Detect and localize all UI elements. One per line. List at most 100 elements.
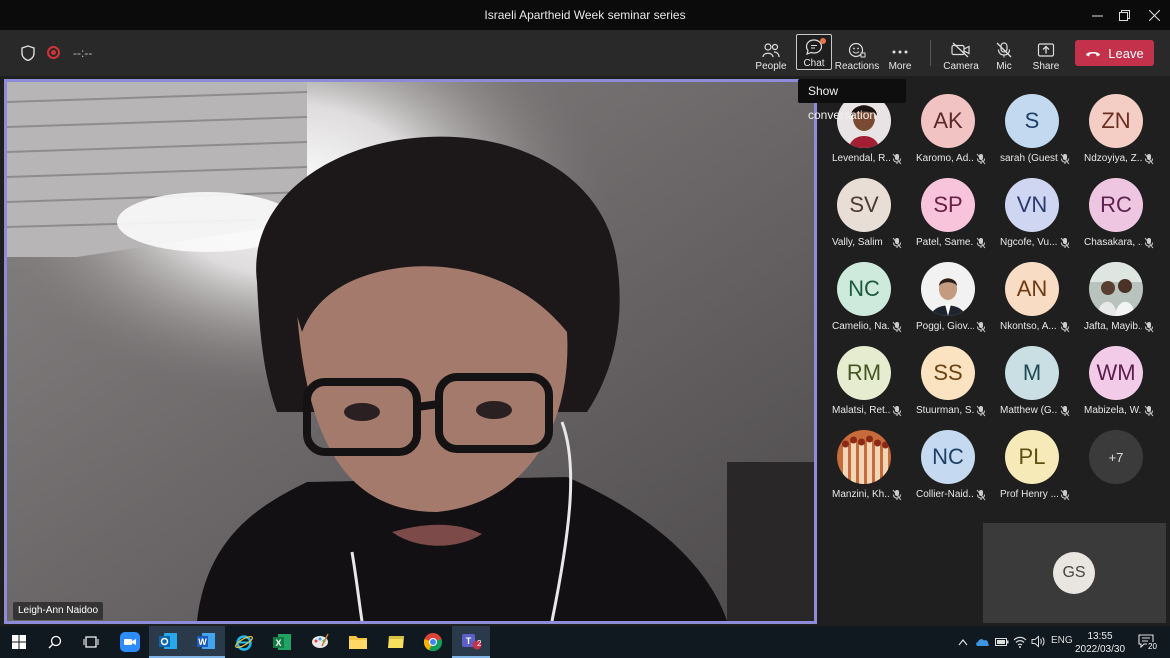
close-icon[interactable] bbox=[1137, 0, 1170, 30]
mic-label: Mic bbox=[996, 61, 1012, 72]
overflow-tile[interactable]: +7 bbox=[1074, 426, 1158, 510]
participant-name: Vally, Salim bbox=[832, 237, 883, 248]
participant-tile[interactable]: NC Collier-Naid... bbox=[906, 426, 990, 510]
mic-muted-icon bbox=[1144, 405, 1154, 417]
clock[interactable]: 13:55 2022/03/30 bbox=[1072, 630, 1128, 656]
participant-name: Karomo, Ad... bbox=[916, 153, 974, 164]
battery-icon[interactable] bbox=[995, 638, 1009, 646]
clock-time: 13:55 bbox=[1087, 631, 1113, 642]
wifi-icon[interactable] bbox=[1013, 635, 1027, 648]
participant-tile[interactable]: ZN Ndzoyiya, Z... bbox=[1074, 90, 1158, 174]
taskbar-paint[interactable] bbox=[301, 626, 339, 658]
volume-icon[interactable] bbox=[1031, 635, 1045, 648]
participant-tile[interactable]: Jafta, Mayib... bbox=[1074, 258, 1158, 342]
participant-tile[interactable]: NC Camelio, Na... bbox=[822, 258, 906, 342]
participant-tile[interactable]: RC Chasakara, ... bbox=[1074, 174, 1158, 258]
meeting-timer: --:-- bbox=[73, 46, 93, 60]
participant-tile[interactable]: M Matthew (G... bbox=[990, 342, 1074, 426]
taskbar-outlook[interactable] bbox=[149, 626, 187, 658]
participant-tile[interactable]: AN Nkontso, A... bbox=[990, 258, 1074, 342]
shield-icon[interactable] bbox=[21, 45, 35, 61]
participant-name: Mabizela, W... bbox=[1084, 405, 1142, 416]
mic-muted-icon bbox=[1144, 237, 1154, 249]
svg-text:T: T bbox=[466, 636, 472, 646]
self-avatar: GS bbox=[1053, 552, 1095, 594]
participant-tile[interactable]: AK Karomo, Ad... bbox=[906, 90, 990, 174]
start-button[interactable] bbox=[0, 626, 38, 658]
title-bar: Israeli Apartheid Week seminar series bbox=[0, 0, 1170, 30]
mic-muted-icon bbox=[1060, 321, 1070, 333]
participant-name: Manzini, Kh... bbox=[832, 489, 890, 500]
svg-text:X: X bbox=[275, 638, 281, 648]
participant-tile[interactable]: Poggi, Giov... bbox=[906, 258, 990, 342]
window-title: Israeli Apartheid Week seminar series bbox=[484, 8, 686, 22]
speaker-name-tag: Leigh-Ann Naidoo bbox=[13, 602, 104, 620]
windows-logo-icon bbox=[12, 635, 26, 649]
participant-tile[interactable]: Manzini, Kh... bbox=[822, 426, 906, 510]
camera-label: Camera bbox=[943, 61, 979, 72]
svg-text:W: W bbox=[198, 637, 207, 647]
participant-tile[interactable]: RM Malatsi, Ret... bbox=[822, 342, 906, 426]
taskbar-file-explorer[interactable] bbox=[339, 626, 377, 658]
participant-avatar: S bbox=[1005, 94, 1059, 148]
participant-tile[interactable]: SV Vally, Salim bbox=[822, 174, 906, 258]
taskbar-chrome[interactable] bbox=[414, 626, 452, 658]
recording-icon bbox=[47, 46, 60, 59]
chat-button[interactable]: Chat bbox=[796, 34, 832, 70]
mic-muted-icon bbox=[892, 237, 902, 249]
camera-off-icon bbox=[951, 42, 970, 58]
taskbar-word[interactable]: W bbox=[187, 626, 225, 658]
participant-tile[interactable]: PL Prof Henry ... bbox=[990, 426, 1074, 510]
participant-tile[interactable]: S sarah (Guest) bbox=[990, 90, 1074, 174]
people-button[interactable]: People bbox=[754, 34, 788, 72]
participant-avatar: SS bbox=[921, 346, 975, 400]
participant-name: Prof Henry ... bbox=[1000, 489, 1058, 500]
share-label: Share bbox=[1032, 61, 1060, 72]
onedrive-icon[interactable] bbox=[975, 636, 989, 648]
more-button[interactable]: More bbox=[884, 34, 916, 72]
restore-icon[interactable] bbox=[1107, 0, 1141, 30]
taskbar-zoom[interactable] bbox=[111, 626, 149, 658]
mic-muted-icon bbox=[892, 153, 902, 165]
overflow-count: +7 bbox=[1089, 430, 1143, 484]
share-button[interactable]: Share bbox=[1031, 34, 1061, 72]
mic-muted-icon bbox=[1060, 153, 1070, 165]
mic-muted-icon bbox=[1060, 237, 1070, 249]
participant-avatar: NC bbox=[921, 430, 975, 484]
search-button[interactable] bbox=[36, 626, 74, 658]
mic-button[interactable]: Mic bbox=[990, 34, 1018, 72]
chevron-up-icon[interactable] bbox=[958, 638, 968, 646]
participant-name: Ngcofe, Vu... bbox=[1000, 237, 1058, 248]
mic-muted-icon bbox=[1144, 321, 1154, 333]
notification-center-button[interactable]: 20 bbox=[1134, 629, 1164, 655]
self-view-tile[interactable]: GS bbox=[983, 523, 1166, 623]
search-icon bbox=[48, 635, 62, 649]
participant-tile[interactable]: VN Ngcofe, Vu... bbox=[990, 174, 1074, 258]
participant-name: Chasakara, ... bbox=[1084, 237, 1142, 248]
participant-tile[interactable]: WM Mabizela, W... bbox=[1074, 342, 1158, 426]
reactions-button[interactable]: Reactions bbox=[835, 34, 879, 72]
participant-name: Camelio, Na... bbox=[832, 321, 890, 332]
language-indicator[interactable]: ENG bbox=[1051, 635, 1073, 646]
mic-muted-icon bbox=[976, 321, 986, 333]
mic-muted-icon bbox=[892, 489, 902, 501]
main-speaker-video[interactable]: Leigh-Ann Naidoo bbox=[4, 79, 817, 624]
participant-avatar: AK bbox=[921, 94, 975, 148]
task-view-button[interactable] bbox=[72, 626, 110, 658]
participant-tile[interactable]: SS Stuurman, S... bbox=[906, 342, 990, 426]
chrome-app-icon bbox=[423, 633, 443, 652]
camera-button[interactable]: Camera bbox=[943, 34, 979, 72]
word-app-icon: W bbox=[197, 633, 215, 649]
taskbar-excel[interactable]: X bbox=[263, 626, 301, 658]
participant-tile[interactable]: SP Patel, Same... bbox=[906, 174, 990, 258]
mic-muted-icon bbox=[1144, 153, 1154, 165]
taskbar-sticky-notes[interactable] bbox=[377, 626, 415, 658]
taskbar-teams[interactable]: T 2 bbox=[452, 626, 490, 658]
zoom-app-icon bbox=[120, 632, 140, 652]
participant-name: Levendal, R... bbox=[832, 153, 890, 164]
participant-avatar: SV bbox=[837, 178, 891, 232]
leave-button[interactable]: Leave bbox=[1075, 40, 1154, 66]
taskbar-ie[interactable] bbox=[225, 626, 263, 658]
more-label: More bbox=[888, 61, 912, 72]
internet-explorer-icon bbox=[235, 635, 253, 651]
